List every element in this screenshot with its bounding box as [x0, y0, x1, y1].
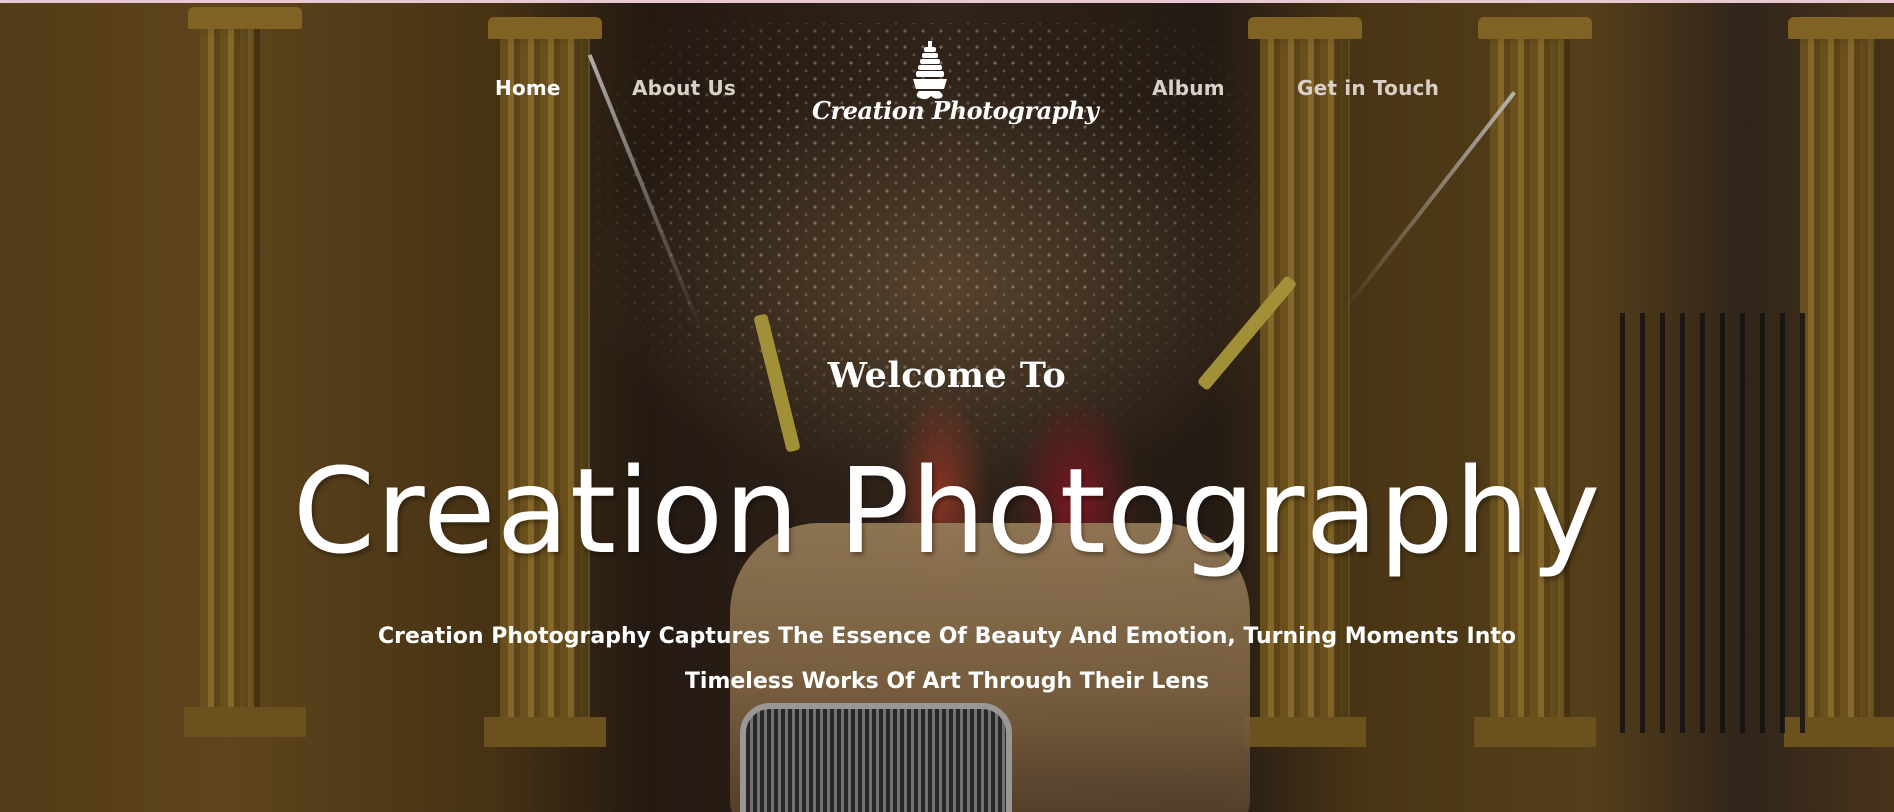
hero-section: Home About Us Creation Photography Album… — [0, 0, 1894, 812]
hero-title: Creation Photography — [292, 442, 1602, 580]
logo-text: Creation Photography — [812, 96, 1099, 125]
nav-home-link[interactable]: Home — [495, 76, 561, 100]
hero-tagline: Creation Photography Captures The Essenc… — [347, 614, 1547, 704]
temple-icon — [812, 41, 1048, 101]
hero-tagline-line-1: Creation Photography Captures The Essenc… — [377, 624, 1517, 649]
nav-get-in-touch-link[interactable]: Get in Touch — [1297, 76, 1439, 100]
nav-about-us-link[interactable]: About Us — [632, 76, 736, 100]
nav-album-link[interactable]: Album — [1152, 76, 1225, 100]
welcome-heading: Welcome To — [827, 355, 1067, 396]
hero-tagline-line-2: Timeless Works Of Art Through Their Lens — [684, 669, 1210, 694]
site-logo[interactable]: Creation Photography — [812, 41, 1099, 137]
